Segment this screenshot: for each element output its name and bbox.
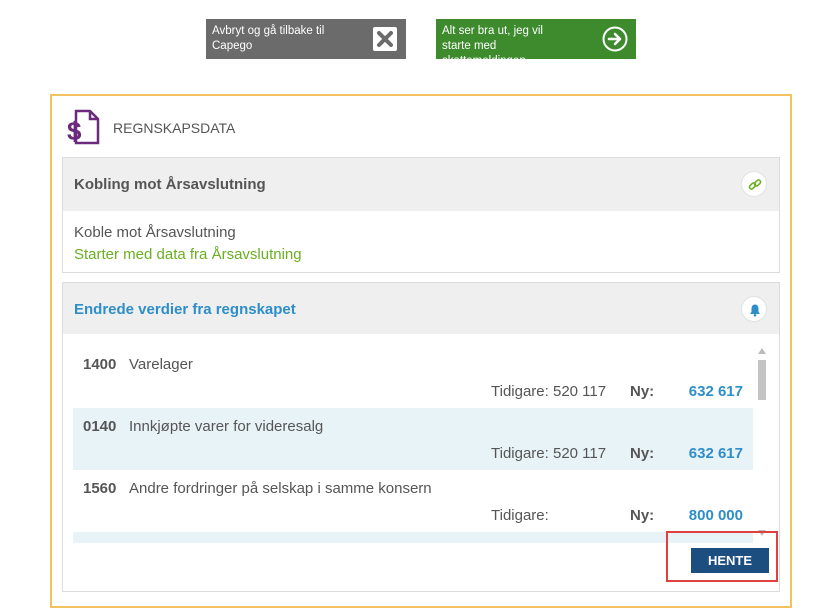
account-name: Innkjøpte varer for videresalg [129,418,324,435]
new-value: 632 617 [688,445,743,462]
arrow-right-icon [602,26,628,52]
new-value: 632 617 [688,383,743,400]
close-icon [373,27,397,51]
cancel-button[interactable]: Avbryt og gå tilbake til Capego [206,19,406,59]
previous-value: Tidigare: [491,507,549,524]
link-button[interactable] [741,171,767,197]
connection-section-header: Kobling mot Årsavslutning [63,158,779,211]
account-name: Andre fordringer på selskap i samme kons… [129,480,432,497]
new-value: 800 000 [688,507,743,524]
changed-values-header: Endrede verdier fra regnskapet [63,283,779,334]
connection-section: Kobling mot Årsavslutning Koble mot Årsa… [62,157,780,273]
continue-button[interactable]: Alt ser bra ut, jeg vil starte med skatt… [436,19,636,67]
notification-button[interactable] [741,296,767,322]
list-scrollbar[interactable] [757,346,767,536]
list-item [73,532,753,543]
svg-text:$: $ [67,116,82,145]
dollar-document-icon: $ [67,109,100,145]
scroll-thumb[interactable] [758,360,766,400]
changed-values-section: Endrede verdier fra regnskapet 1400 Vare… [62,282,780,592]
account-number: 1560 [83,480,117,497]
connection-line2: Starter med data fra Årsavslutning [74,246,302,263]
previous-value: Tidigare: 520 117 [491,445,607,462]
connection-heading: Kobling mot Årsavslutning [74,176,266,193]
cancel-button-label: Avbryt og gå tilbake til Capego [212,25,325,52]
list-item: 0140 Innkjøpte varer for videresalg Tidi… [73,408,753,470]
changed-values-list: 1400 Varelager Tidigare: 520 117 Ny: 632… [73,346,753,543]
new-label: Ny: [630,445,655,462]
bell-icon [750,304,760,317]
previous-value: Tidigare: 520 117 [491,383,607,400]
account-number: 1400 [83,356,117,373]
panel-title: REGNSKAPSDATA [113,120,236,136]
list-item: 1400 Varelager Tidigare: 520 117 Ny: 632… [73,346,753,408]
continue-button-label: Alt ser bra ut, jeg vil starte med skatt… [442,25,543,67]
changed-values-heading: Endrede verdier fra regnskapet [74,301,296,318]
account-number: 0140 [83,418,117,435]
fetch-button-highlight: HENTE [666,531,778,582]
new-label: Ny: [630,507,655,524]
scroll-up-icon[interactable] [758,348,766,354]
fetch-button[interactable]: HENTE [691,548,769,573]
list-item: 1560 Andre fordringer på selskap i samme… [73,470,753,532]
new-label: Ny: [630,383,655,400]
connection-line1: Koble mot Årsavslutning [74,224,236,241]
link-icon [748,179,762,190]
accounting-data-panel: $ REGNSKAPSDATA Kobling mot Årsavslutnin… [50,94,792,608]
account-name: Varelager [129,356,193,373]
